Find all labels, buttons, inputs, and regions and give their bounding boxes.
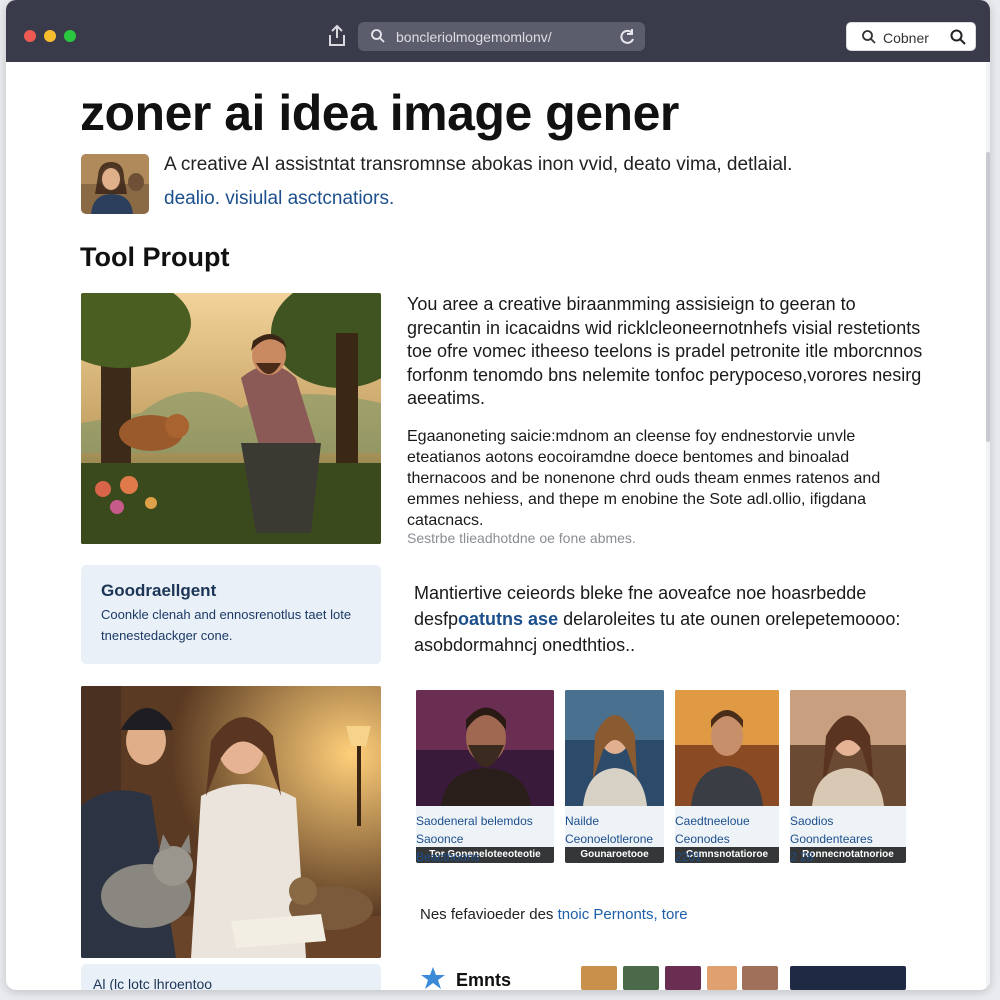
card-title: Goodraellgent — [101, 581, 217, 600]
info-card: Goodraellgent Coonkle clenah and ennosre… — [81, 565, 381, 664]
events-label: Emnts — [456, 970, 512, 990]
thumbnail-image — [790, 690, 906, 806]
gallery-thumbnail[interactable]: Ronnecnotatnorioe Saodios Goondenteares … — [790, 690, 906, 863]
bottom-card: Al (lc lotc lhroentoo — [81, 964, 381, 990]
couple-with-cats-image — [81, 686, 381, 958]
search-field[interactable]: Cobner — [846, 22, 976, 51]
search-icon — [862, 30, 876, 44]
description-text-secondary: dealio. visiulal asctcnatiors. — [164, 188, 395, 209]
thumbnail-info: Caedtneeloue Ceonodes 2201 — [675, 814, 750, 863]
info-line: asobdormahncj onedthtios.. — [414, 635, 636, 655]
prompt-paragraph: You aree a creative biraanmming assisiei… — [407, 294, 923, 408]
browser-window: boncleriolmogemomlonv/ Cobner zoner ai i… — [6, 0, 990, 990]
close-window-button[interactable] — [24, 30, 36, 42]
bottom-card-text: Al (lc lotc lhroentoo — [93, 976, 213, 990]
thumbnail-info: Saodeneral belemdos Saoonce Beacthoons — [416, 814, 533, 863]
thumbnail-info: Nailde Ceonoelotlerone — [565, 814, 654, 846]
mini-thumbnail[interactable] — [581, 966, 617, 990]
thumbnail-caption: Gounaroetooe — [565, 847, 664, 863]
thumbnail-info: Saodios Goondenteares 2 28 — [790, 814, 873, 863]
mini-thumbnail[interactable] — [790, 966, 906, 990]
info-block: Mantiertive ceieords bleke fne aoveafce … — [414, 580, 914, 658]
gallery-thumbnail[interactable]: Cemnsnotatioroe Caedtneeloue Ceonodes 22… — [675, 690, 779, 863]
search-icon — [371, 29, 385, 43]
prompt-note: Sestrbe tlieadhotdne oe fone abmes. — [407, 530, 636, 546]
gallery-thumbnail[interactable]: Tor Goneneloteeoteotie Saodeneral belemd… — [416, 690, 554, 863]
thumbnail-image — [416, 690, 554, 806]
thumbnail-image — [565, 690, 664, 806]
features-line: Nes fefavioeder des tnoic Pernonts, tore — [420, 906, 688, 923]
page-title: zoner ai idea image gener — [80, 85, 679, 141]
browser-toolbar: boncleriolmogemomlonv/ Cobner — [6, 0, 990, 62]
section-heading: Tool Proupt — [80, 242, 230, 272]
description-text: A creative AI assistntat transromnse abo… — [164, 154, 793, 175]
avatar — [81, 154, 149, 214]
forest-scene-image — [81, 293, 381, 544]
star-icon — [421, 967, 445, 989]
mini-thumbnail[interactable] — [665, 966, 701, 990]
minimize-window-button[interactable] — [44, 30, 56, 42]
card-body: Coonkle clenah and ennosrenotlus taet lo… — [101, 607, 352, 643]
scrollbar[interactable] — [986, 62, 990, 990]
maximize-window-button[interactable] — [64, 30, 76, 42]
address-bar[interactable]: boncleriolmogemomlonv/ — [358, 22, 645, 51]
mini-thumbnail[interactable] — [742, 966, 778, 990]
url-text: boncleriolmogemomlonv/ — [396, 29, 552, 45]
mini-thumbnail[interactable] — [707, 966, 737, 990]
search-submit-icon[interactable] — [949, 28, 967, 46]
reload-icon[interactable] — [617, 27, 637, 47]
scrollbar-thumb[interactable] — [986, 152, 990, 442]
prompt-paragraph-secondary: Egaanoneting saicie:mdnom an cleense foy… — [407, 428, 881, 529]
share-icon[interactable] — [326, 24, 348, 48]
info-line: Mantiertive ceieords bleke fne aoveafce … — [414, 583, 867, 603]
info-line: desfpoatutns ase delaroleites tu ate oun… — [414, 609, 901, 629]
search-input[interactable]: Cobner — [883, 30, 929, 46]
mini-thumbnail[interactable] — [623, 966, 659, 990]
highlighted-text: oatutns ase — [458, 609, 559, 629]
thumbnail-image — [675, 690, 779, 806]
gallery-thumbnail[interactable]: Gounaroetooe Nailde Ceonoelotlerone — [565, 690, 664, 863]
features-link[interactable]: tnoic Pernonts, tore — [558, 906, 688, 923]
